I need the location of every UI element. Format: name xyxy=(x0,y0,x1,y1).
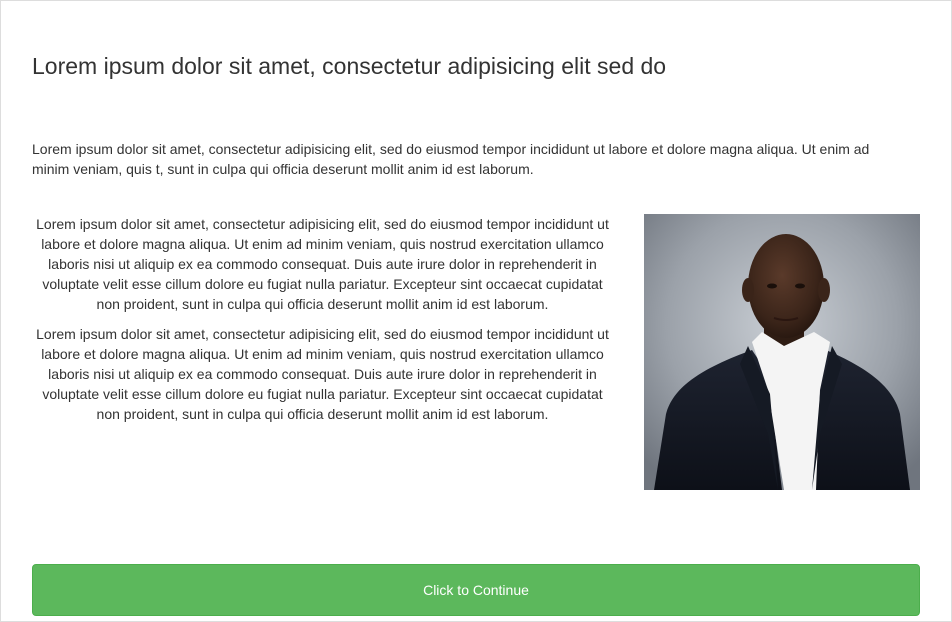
body-paragraph-1: Lorem ipsum dolor sit amet, consectetur … xyxy=(36,216,609,312)
body-paragraph-2: Lorem ipsum dolor sit amet, consectetur … xyxy=(36,326,609,422)
intro-paragraph: Lorem ipsum dolor sit amet, consectetur … xyxy=(32,141,870,177)
portrait-photo xyxy=(644,214,920,490)
body-text-column: Lorem ipsum dolor sit amet, consectetur … xyxy=(32,214,613,434)
page-title: Lorem ipsum dolor sit amet, consectetur … xyxy=(32,53,667,79)
continue-button[interactable]: Click to Continue xyxy=(32,564,920,616)
page-container: Lorem ipsum dolor sit amet, consectetur … xyxy=(0,0,952,622)
